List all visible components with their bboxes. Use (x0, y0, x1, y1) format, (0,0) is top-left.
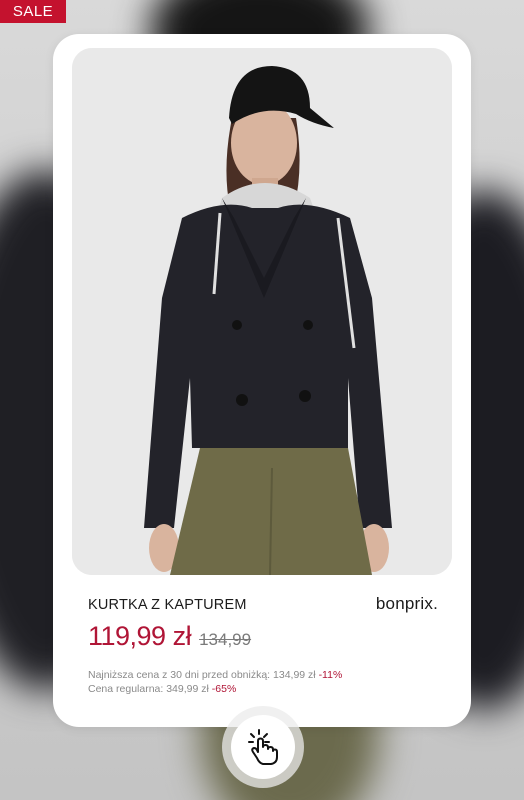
brand-logo: bonprix. (375, 594, 438, 613)
tap-hand-icon (231, 715, 295, 779)
regular-price-discount: -65% (211, 683, 237, 695)
price-old: 134,99 (199, 630, 252, 649)
lowest-price-discount: -11% (318, 669, 343, 681)
lowest-price-line: Najniższa cena z 30 dni przed obniżką: 1… (88, 668, 342, 682)
lowest-price-label: Najniższa cena z 30 dni przed obniżką: 1… (88, 669, 316, 681)
regular-price-line: Cena regularna: 349,99 zł -65% (88, 682, 342, 696)
product-card[interactable]: KURTKA Z KAPTUREM bonprix. 119,99 zł 134… (53, 34, 471, 727)
price-info: Najniższa cena z 30 dni przed obniżką: 1… (88, 668, 342, 696)
sale-badge: SALE (0, 0, 66, 23)
product-name[interactable]: KURTKA Z KAPTUREM (88, 597, 247, 613)
regular-price-label: Cena regularna: 349,99 zł (88, 683, 209, 695)
tap-button[interactable] (222, 706, 304, 788)
price-row: 119,99 zł 134,99 (88, 621, 251, 652)
product-image[interactable] (72, 48, 452, 575)
price-current: 119,99 zł (88, 621, 192, 651)
